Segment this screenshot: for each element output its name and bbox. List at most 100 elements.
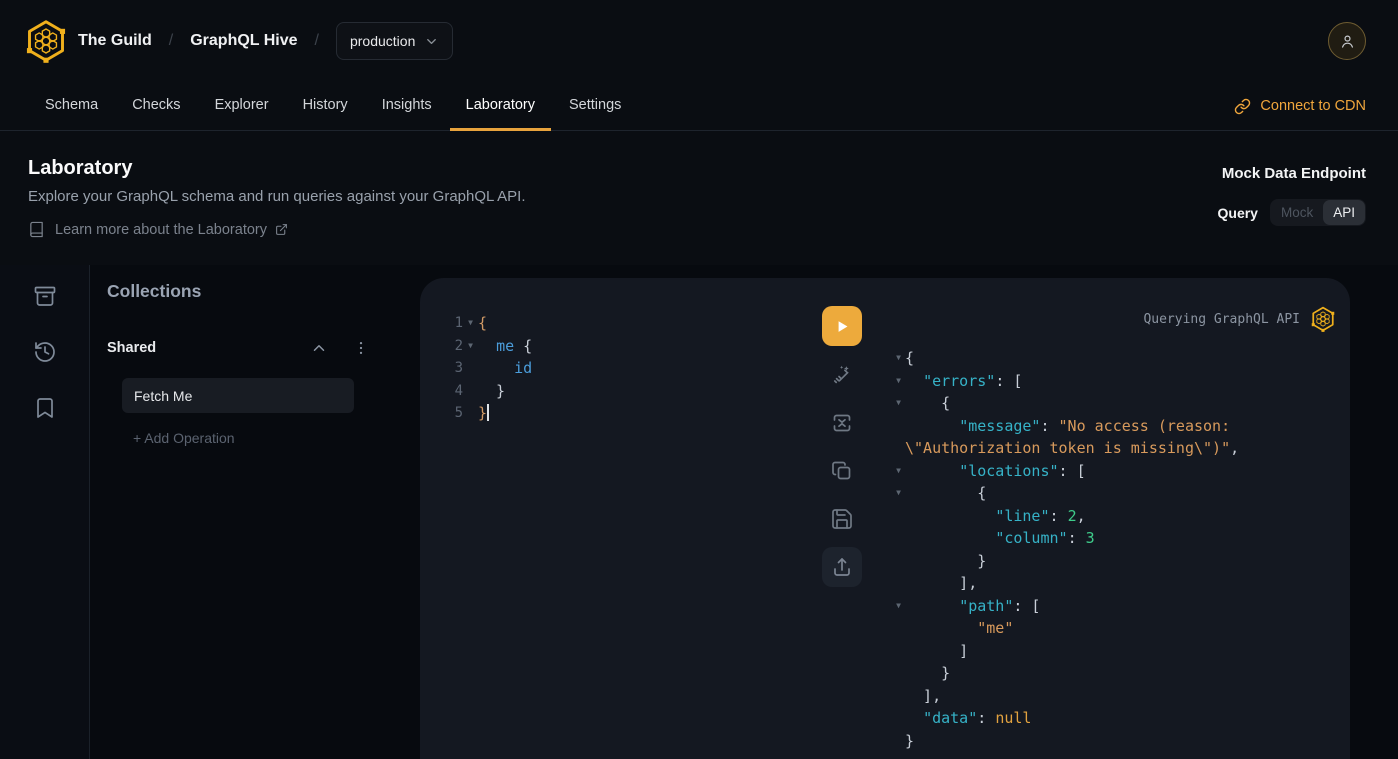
response-line: "message": "No access (reason: [892,415,1336,438]
chevron-up-icon[interactable] [310,339,328,357]
operation-collections-rail-button[interactable] [33,284,57,308]
tab-insights[interactable]: Insights [366,82,448,131]
response-line: "me" [892,617,1336,640]
response-status-row: Querying GraphQL API [892,306,1336,332]
fold-arrow-icon[interactable]: ▼ [892,347,905,370]
breadcrumb-project[interactable]: GraphQL Hive [190,32,297,50]
response-line: } [892,550,1336,573]
history-rail-button[interactable] [33,340,57,364]
app-header: The Guild / GraphQL Hive / production [0,0,1398,82]
response-line: "column": 3 [892,527,1336,550]
play-icon [834,318,851,335]
query-editor-line: 1▼{ [420,312,822,335]
response-line: ▼ { [892,482,1336,505]
fold-spacer [892,617,905,640]
save-operation-button[interactable] [830,507,854,531]
hive-logo-small-icon [1310,306,1336,332]
fold-spacer [892,527,905,550]
code-text: } [478,380,505,403]
response-line: ▼ "path": [ [892,595,1336,618]
query-editor-line: 4 } [420,380,822,403]
fold-arrow-icon[interactable]: ▼ [892,370,905,393]
code-text: ] [905,640,968,663]
fold-arrow-icon[interactable]: ▼ [892,460,905,483]
fold-spacer [892,572,905,595]
fold-arrow-icon[interactable]: ▼ [892,482,905,505]
tab-history[interactable]: History [287,82,364,131]
fold-spacer [892,685,905,708]
response-lines: ▼{▼ "errors": [▼ { "message": "No access… [892,347,1336,752]
add-operation-button[interactable]: + Add Operation [133,430,396,446]
endpoint-option-api[interactable]: API [1323,200,1365,225]
tab-checks[interactable]: Checks [116,82,196,131]
person-icon [1338,32,1357,51]
prettify-query-button[interactable] [830,363,854,387]
response-line: ], [892,685,1336,708]
target-selector-dropdown[interactable]: production [336,22,453,60]
connect-to-cdn-button[interactable]: Connect to CDN [1234,82,1366,130]
endpoint-option-mock[interactable]: Mock [1271,200,1323,225]
collections-title: Collections [107,281,396,302]
fold-arrow-icon[interactable]: ▼ [892,392,905,415]
response-line: \"Authorization token is missing\")", [892,437,1336,460]
collection-group-row: Shared [107,339,396,357]
execute-query-button[interactable] [822,306,862,346]
response-line: "data": null [892,707,1336,730]
response-status: Querying GraphQL API [1143,312,1300,327]
page-title: Laboratory [28,157,1366,180]
fold-arrow-icon[interactable]: ▼ [463,312,478,335]
main-nav: SchemaChecksExplorerHistoryInsightsLabor… [0,82,1398,131]
query-editor[interactable]: 1▼{2▼ me {3 id4 }5} [420,278,822,759]
endpoint-toggle: MockAPI [1270,199,1366,226]
response-line: ▼ "locations": [ [892,460,1336,483]
response-panel: Querying GraphQL API ▼{▼ "errors": [▼ { … [862,278,1350,759]
hive-logo-icon[interactable] [24,19,68,63]
code-text: } [478,402,489,425]
code-text: "path": [ [905,595,1040,618]
kebab-menu-icon[interactable] [352,339,370,357]
user-avatar[interactable] [1328,22,1366,60]
tab-schema[interactable]: Schema [29,82,114,131]
collection-item[interactable]: Fetch Me [122,378,354,413]
left-rail [0,265,90,759]
response-line: "line": 2, [892,505,1336,528]
collection-items: Fetch Me [122,378,396,413]
share-operation-button[interactable] [822,547,862,587]
breadcrumb-org[interactable]: The Guild [78,32,152,50]
query-editor-line: 3 id [420,357,822,380]
fold-spacer [463,380,478,403]
line-number: 4 [420,380,463,403]
copy-query-button[interactable] [830,459,854,483]
tab-explorer[interactable]: Explorer [199,82,285,131]
text-cursor [487,404,489,421]
chevron-down-icon [424,34,439,49]
fold-arrow-icon[interactable]: ▼ [463,335,478,358]
breadcrumb-separator: / [315,32,319,50]
line-number: 2 [420,335,463,358]
endpoint-title: Mock Data Endpoint [1218,165,1367,182]
response-line: ▼ { [892,392,1336,415]
code-text: id [478,357,532,380]
tab-settings[interactable]: Settings [553,82,637,131]
code-text: } [905,730,914,753]
bookmarks-rail-button[interactable] [33,396,57,420]
learn-more-link[interactable]: Learn more about the Laboratory [28,221,288,238]
external-link-icon [275,223,288,236]
link-icon [1234,98,1251,115]
code-text: { [905,482,986,505]
fold-arrow-icon[interactable]: ▼ [892,595,905,618]
code-text: me { [478,335,532,358]
book-icon [28,221,45,238]
editor-toolbar-column [822,306,862,759]
editor-toolbar [822,363,862,587]
collection-group-name[interactable]: Shared [107,340,156,356]
tab-laboratory[interactable]: Laboratory [450,82,551,131]
code-text: ], [905,572,977,595]
response-line: ] [892,640,1336,663]
merge-fragments-button[interactable] [830,411,854,435]
code-text: { [478,312,487,335]
fold-spacer [892,505,905,528]
code-text: { [905,392,950,415]
connect-to-cdn-label: Connect to CDN [1260,98,1366,114]
fold-spacer [892,550,905,573]
